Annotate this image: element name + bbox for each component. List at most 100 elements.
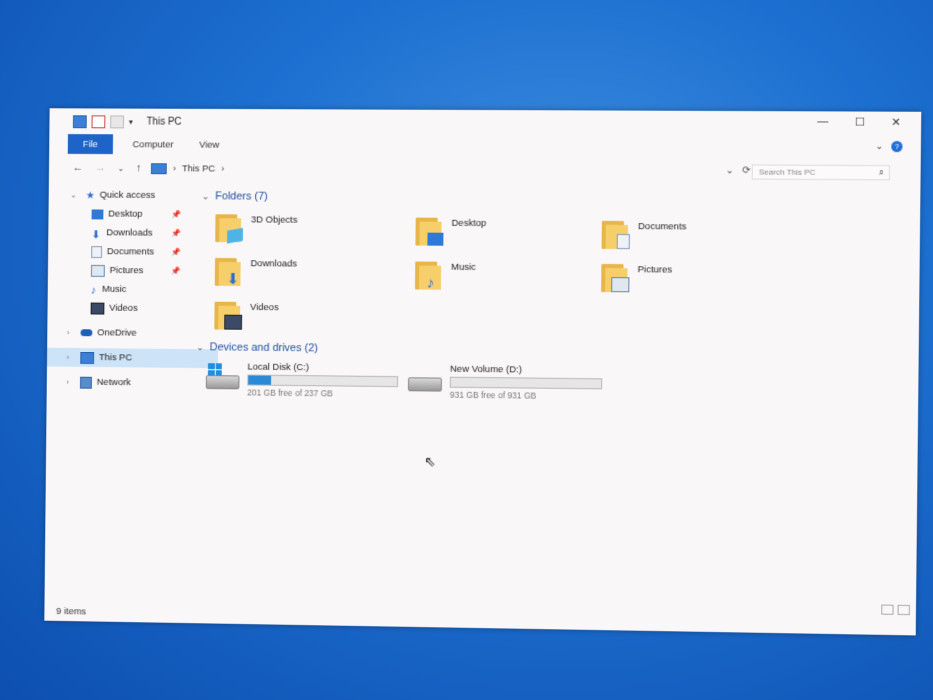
up-button[interactable]: ↑ — [136, 162, 142, 174]
breadcrumb[interactable]: › This PC › — [151, 162, 224, 174]
maximize-button[interactable]: ☐ — [855, 116, 865, 129]
navigation-buttons: ← → ⌄ ↑ — [72, 162, 141, 174]
folder-name: Videos — [250, 301, 279, 314]
view-toggle — [881, 604, 910, 616]
large-icons-view-icon[interactable] — [897, 604, 910, 616]
chevron-right-icon[interactable]: › — [67, 328, 70, 337]
documents-icon — [91, 245, 103, 258]
minimize-button[interactable]: — — [817, 115, 828, 128]
sidebar-item-quick-access[interactable]: ⌄ ★ Quick access — [49, 185, 192, 205]
sidebar-label: This PC — [98, 352, 133, 364]
sidebar-item-downloads[interactable]: ⬇ Downloads 📌 — [48, 223, 191, 243]
downloads-folder-icon: ⬇ — [214, 256, 243, 288]
folder-music[interactable]: ♪ Music — [414, 260, 476, 292]
customize-toolbar-icon[interactable]: ▾ — [129, 117, 133, 126]
drive-usage-bar — [449, 376, 603, 390]
this-pc-icon — [72, 114, 87, 128]
sidebar-item-onedrive[interactable]: › OneDrive — [47, 323, 190, 343]
breadcrumb-separator: › — [172, 162, 177, 174]
drives-group-header[interactable]: ⌄ Devices and drives (2) — [196, 341, 318, 354]
videos-folder-icon — [214, 300, 243, 330]
pin-icon[interactable]: 📌 — [171, 210, 181, 219]
sidebar-item-desktop[interactable]: Desktop 📌 — [48, 204, 191, 224]
tab-computer[interactable]: Computer — [133, 139, 174, 150]
sidebar-label: Downloads — [106, 227, 153, 239]
pictures-icon — [90, 264, 105, 277]
3d-objects-folder-icon — [215, 212, 244, 244]
folder-name: Documents — [637, 221, 687, 233]
close-button[interactable]: ✕ — [891, 116, 901, 129]
sidebar-item-network[interactable]: › Network — [47, 372, 190, 392]
downloads-icon: ⬇ — [91, 228, 101, 241]
pictures-folder-icon — [601, 262, 630, 293]
file-explorer-window: ▾ This PC — ☐ ✕ File Computer View ⌄ ? ←… — [44, 108, 922, 636]
navigation-pane: ⌄ ★ Quick access Desktop 📌 ⬇ Downloads 📌… — [46, 185, 219, 392]
network-icon — [80, 376, 92, 389]
search-input[interactable]: Search This PC ⌕ — [751, 164, 891, 181]
sidebar-label: Quick access — [99, 189, 156, 201]
help-icon[interactable]: ? — [891, 140, 903, 153]
sidebar-item-music[interactable]: ♪ Music — [48, 279, 191, 299]
forward-button[interactable]: → — [95, 162, 106, 174]
folder-desktop[interactable]: Desktop — [415, 216, 486, 246]
folder-name: 3D Objects — [250, 214, 298, 226]
sidebar-item-documents[interactable]: Documents 📌 — [48, 242, 191, 262]
videos-icon — [90, 302, 105, 315]
expand-ribbon-icon[interactable]: ⌄ — [875, 141, 883, 152]
drive-name: Local Disk (C:) — [247, 361, 310, 374]
drive-new-volume-d[interactable]: New Volume (D:) 931 GB free of 931 GB — [407, 363, 603, 401]
window-controls: — ☐ ✕ — [817, 115, 901, 128]
title-bar: ▾ This PC — ☐ ✕ — [49, 108, 921, 138]
address-actions: ⌄ ⟳ — [725, 165, 750, 176]
sidebar-label: Documents — [106, 246, 155, 258]
sidebar-label: Music — [102, 283, 127, 295]
documents-folder-icon — [601, 219, 630, 250]
folder-name: Desktop — [451, 217, 487, 230]
desktop-folder-icon — [415, 216, 444, 246]
music-folder-icon: ♪ — [414, 260, 443, 292]
windows-drive-icon — [205, 361, 240, 390]
properties-icon[interactable] — [91, 114, 106, 128]
folder-documents[interactable]: Documents — [601, 219, 687, 250]
star-icon: ★ — [85, 190, 95, 202]
sidebar-item-pictures[interactable]: Pictures 📌 — [48, 261, 191, 281]
new-folder-icon[interactable] — [110, 114, 125, 128]
details-view-icon[interactable] — [881, 604, 894, 615]
folder-videos[interactable]: Videos — [214, 300, 279, 330]
tab-view[interactable]: View — [199, 139, 219, 150]
recent-locations-button[interactable]: ⌄ — [118, 164, 125, 173]
pin-icon[interactable]: 📌 — [171, 248, 181, 257]
content-pane: ⌄ Folders (7) 3D Objects Desktop Documen… — [192, 186, 900, 615]
folder-pictures[interactable]: Pictures — [601, 262, 672, 293]
back-button[interactable]: ← — [72, 162, 83, 174]
folders-header-label: Folders (7) — [215, 190, 268, 203]
sidebar-label: Network — [96, 376, 131, 389]
this-pc-icon — [151, 162, 167, 174]
pin-icon[interactable]: 📌 — [171, 229, 181, 238]
hard-drive-icon — [407, 363, 442, 392]
music-icon: ♪ — [90, 284, 97, 297]
tab-file[interactable]: File — [67, 134, 114, 155]
folder-3d-objects[interactable]: 3D Objects — [215, 212, 298, 244]
breadcrumb-this-pc[interactable]: This PC — [182, 163, 215, 174]
refresh-icon[interactable]: ⟳ — [742, 165, 751, 176]
chevron-right-icon[interactable]: › — [66, 378, 69, 387]
drives-header-label: Devices and drives (2) — [209, 341, 318, 355]
chevron-down-icon[interactable]: ⌄ — [196, 342, 204, 353]
chevron-down-icon[interactable]: ⌄ — [202, 191, 210, 202]
chevron-right-icon[interactable]: › — [67, 353, 70, 362]
ribbon-right: ⌄ ? — [875, 140, 903, 153]
sidebar-item-this-pc[interactable]: › This PC — [46, 347, 219, 369]
pin-icon[interactable]: 📌 — [171, 267, 181, 276]
drive-local-disk-c[interactable]: Local Disk (C:) 201 GB free of 237 GB — [205, 361, 399, 399]
folders-group-header[interactable]: ⌄ Folders (7) — [202, 190, 268, 202]
address-dropdown-icon[interactable]: ⌄ — [725, 165, 734, 176]
folder-name: Downloads — [250, 258, 298, 270]
sidebar-label: Videos — [109, 302, 138, 314]
sidebar-label: Pictures — [109, 265, 144, 277]
chevron-down-icon[interactable]: ⌄ — [70, 191, 77, 200]
this-pc-icon — [80, 351, 95, 364]
search-placeholder: Search This PC — [758, 167, 816, 177]
sidebar-item-videos[interactable]: Videos — [47, 298, 190, 318]
folder-downloads[interactable]: ⬇ Downloads — [214, 256, 298, 288]
